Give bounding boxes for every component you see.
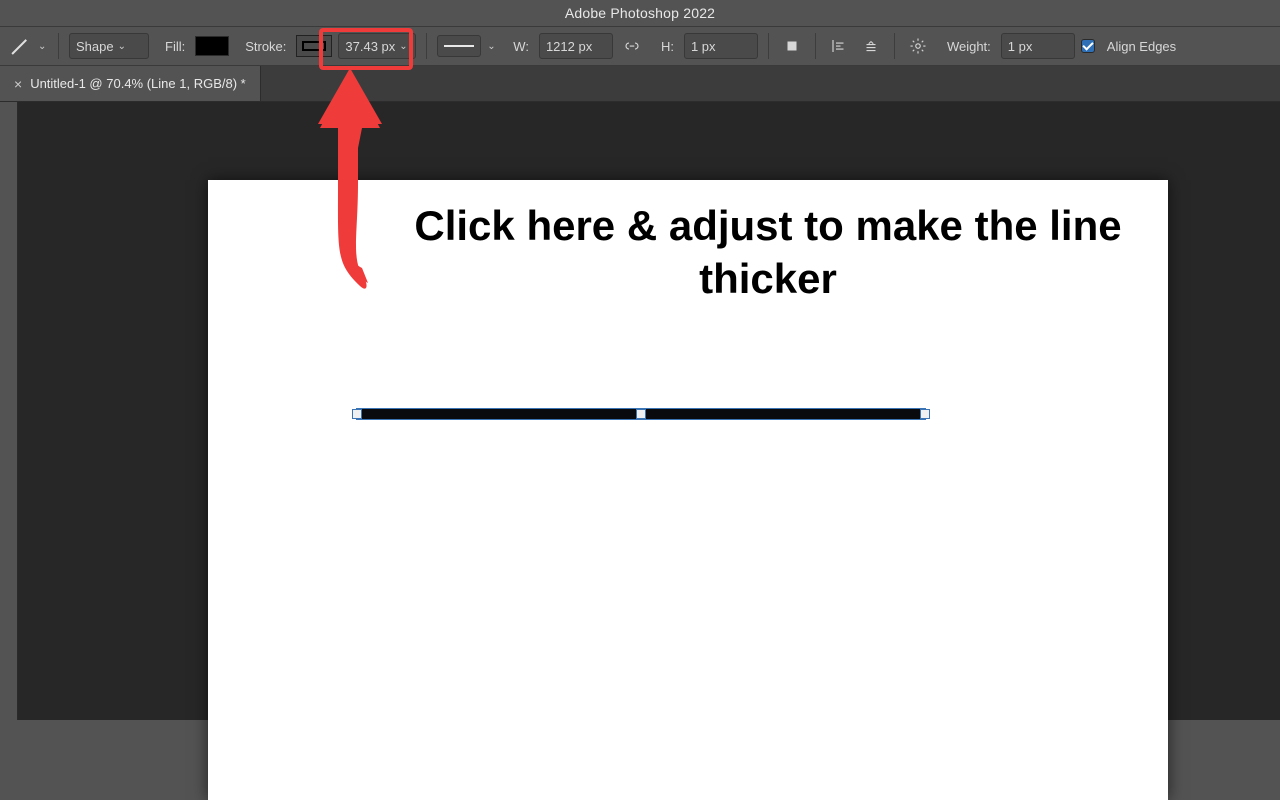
gear-icon[interactable] [905,33,931,59]
height-value: 1 px [691,39,751,54]
align-edges-label: Align Edges [1101,39,1180,54]
canvas-viewport[interactable]: Click here & adjust to make the line thi… [18,102,1280,720]
vertical-ruler [0,102,18,720]
document-tab[interactable]: × Untitled-1 @ 70.4% (Line 1, RGB/8) * [0,66,261,101]
width-field[interactable]: 1212 px [539,33,613,59]
line-shape[interactable] [356,408,926,420]
document-tab-label: Untitled-1 @ 70.4% (Line 1, RGB/8) * [30,76,246,91]
stroke-width-field[interactable]: 37.43 px ⌄ [338,33,416,59]
fill-color-swatch[interactable] [195,36,229,56]
options-bar: ⌄ Shape ⌄ Fill: Stroke: 37.43 px ⌄ ⌄ W: … [0,26,1280,66]
height-label: H: [651,39,678,54]
tool-preset-dropdown[interactable]: ⌄ [38,41,48,52]
weight-value: 1 px [1008,39,1068,54]
width-value: 1212 px [546,39,606,54]
annotation-text: Click here & adjust to make the line thi… [378,200,1158,305]
app-title: Adobe Photoshop 2022 [0,0,1280,26]
weight-field[interactable]: 1 px [1001,33,1075,59]
chevron-down-icon[interactable]: ⌄ [487,41,497,52]
separator [768,33,769,59]
document-tab-bar: × Untitled-1 @ 70.4% (Line 1, RGB/8) * [0,66,1280,102]
stroke-label: Stroke: [235,39,290,54]
transform-handle-right[interactable] [920,409,930,419]
shape-mode-dropdown[interactable]: Shape ⌄ [69,33,149,59]
separator [58,33,59,59]
fill-label: Fill: [155,39,189,54]
shape-mode-label: Shape [76,39,114,54]
separator [894,33,895,59]
stroke-type-dropdown[interactable] [437,35,481,57]
close-icon[interactable]: × [14,76,22,92]
align-edges-checkbox[interactable] [1081,39,1095,53]
path-arrangement-icon[interactable] [858,33,884,59]
stroke-width-value: 37.43 px [345,39,395,54]
transform-handle-middle[interactable] [636,409,646,419]
separator [426,33,427,59]
link-wh-icon[interactable] [619,33,645,59]
chevron-down-icon: ⌄ [118,41,128,52]
canvas[interactable]: Click here & adjust to make the line thi… [208,180,1168,800]
path-alignment-icon[interactable] [826,33,852,59]
width-label: W: [503,39,533,54]
line-tool-icon[interactable] [6,33,32,59]
transform-handle-left[interactable] [352,409,362,419]
weight-label: Weight: [937,39,995,54]
height-field[interactable]: 1 px [684,33,758,59]
separator [815,33,816,59]
path-operations-icon[interactable] [779,33,805,59]
stroke-color-swatch[interactable] [296,35,332,57]
chevron-down-icon: ⌄ [399,41,409,52]
